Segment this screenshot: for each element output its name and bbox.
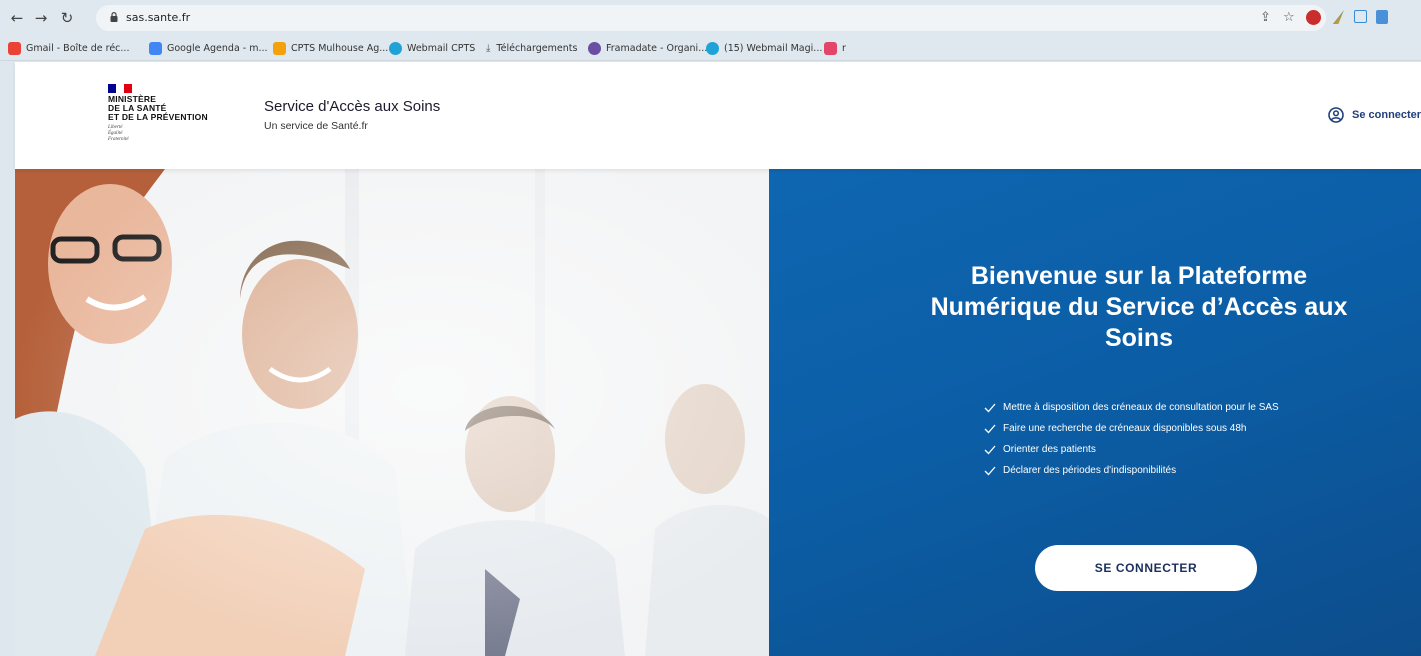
web-page: MINISTÈRE DE LA SANTÉ ET DE LA PRÉVENTIO… xyxy=(15,62,1421,656)
share-icon[interactable]: ⇪ xyxy=(1260,10,1271,25)
extension-pen-icon[interactable] xyxy=(1332,10,1344,24)
feature-list: Mettre à disposition des créneaux de con… xyxy=(984,402,1344,486)
hero-photo xyxy=(15,169,769,656)
back-arrow-icon[interactable]: ← xyxy=(8,9,26,27)
google-calendar-icon xyxy=(149,42,162,55)
extension-doc-icon[interactable] xyxy=(1376,10,1388,24)
framadate-icon xyxy=(588,42,601,55)
bookmark-item[interactable]: Gmail - Boîte de réc... xyxy=(8,41,129,56)
bookmark-item[interactable]: CPTS Mulhouse Ag... xyxy=(273,41,388,56)
bookmark-item[interactable]: r xyxy=(824,41,846,56)
doctors-team-image xyxy=(15,169,769,656)
star-bookmark-icon[interactable]: ☆ xyxy=(1283,10,1295,25)
browser-toolbar: ← → ↻ sas.sante.fr ⇪ ☆ xyxy=(0,0,1421,36)
list-item: Orienter des patients xyxy=(984,444,1344,456)
lock-icon xyxy=(110,12,118,22)
list-item: Déclarer des périodes d'indisponibilités xyxy=(984,465,1344,477)
header-login-link[interactable]: Se connecter xyxy=(1328,107,1421,123)
republic-motto: Liberté Égalité Fraternité xyxy=(108,125,129,142)
magic-icon xyxy=(824,42,837,55)
check-icon xyxy=(984,445,996,455)
check-icon xyxy=(984,403,996,413)
user-circle-icon xyxy=(1328,107,1344,123)
bookmark-item[interactable]: Framadate - Organi... xyxy=(588,41,707,56)
list-item: Faire une recherche de créneaux disponib… xyxy=(984,423,1344,435)
download-icon: ⤓ xyxy=(486,43,491,54)
reload-icon[interactable]: ↻ xyxy=(58,9,76,27)
extension-adblock-icon[interactable] xyxy=(1306,10,1321,25)
gmail-icon xyxy=(8,42,21,55)
address-bar[interactable]: sas.sante.fr xyxy=(96,5,1326,31)
cpts-icon xyxy=(273,42,286,55)
forward-arrow-icon[interactable]: → xyxy=(32,9,50,27)
site-title[interactable]: Service d'Accès aux Soins xyxy=(264,98,440,115)
bookmarks-bar: Gmail - Boîte de réc... Google Agenda - … xyxy=(0,36,1421,61)
webmail-icon xyxy=(389,42,402,55)
hero-panel: Bienvenue sur la Plateforme Numérique du… xyxy=(769,169,1421,656)
site-header: MINISTÈRE DE LA SANTÉ ET DE LA PRÉVENTIO… xyxy=(15,62,1421,169)
webmail-icon xyxy=(706,42,719,55)
site-subtitle: Un service de Santé.fr xyxy=(264,120,368,132)
bookmark-item[interactable]: Webmail CPTS xyxy=(389,41,475,56)
ministry-name: MINISTÈRE DE LA SANTÉ ET DE LA PRÉVENTIO… xyxy=(108,94,208,122)
marianne-logo xyxy=(108,84,132,93)
list-item: Mettre à disposition des créneaux de con… xyxy=(984,402,1344,414)
bookmark-item[interactable]: (15) Webmail Magi... xyxy=(706,41,822,56)
bookmark-item[interactable]: Google Agenda - m... xyxy=(149,41,268,56)
extension-calendar-icon[interactable] xyxy=(1354,10,1367,23)
hero-title: Bienvenue sur la Plateforme Numérique du… xyxy=(930,262,1348,352)
bookmark-item[interactable]: ⤓ Téléchargements xyxy=(486,41,577,56)
url-text: sas.sante.fr xyxy=(126,11,191,24)
check-icon xyxy=(984,466,996,476)
login-button[interactable]: SE CONNECTER xyxy=(1035,545,1257,591)
check-icon xyxy=(984,424,996,434)
